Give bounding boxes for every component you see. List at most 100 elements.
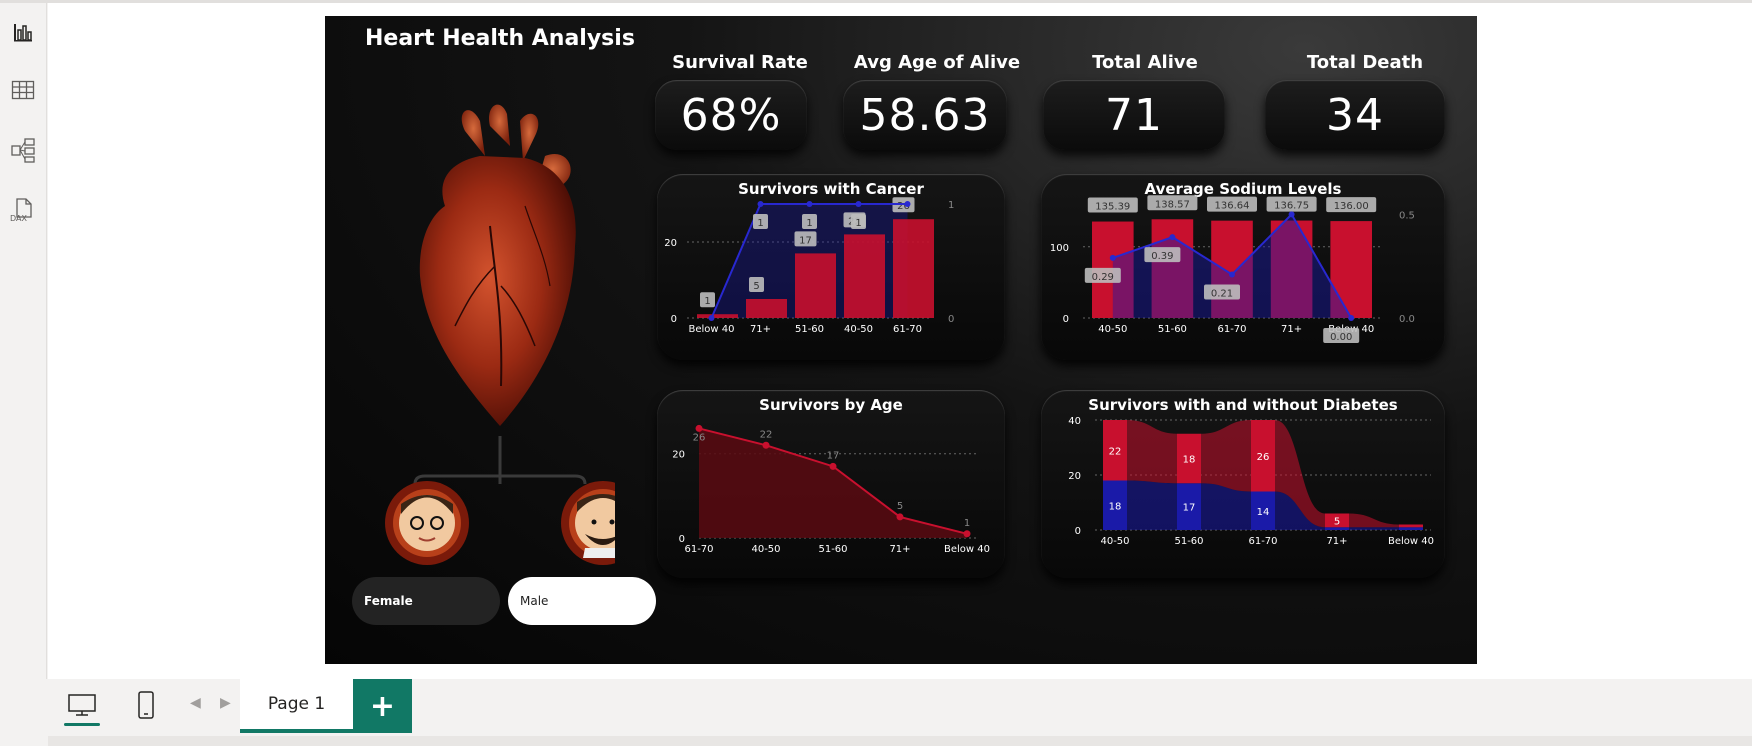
sodium-chart-panel[interactable]: Average Sodium Levels 0 100 0.5 0.0 135.39 40… bbox=[1041, 174, 1445, 360]
cancer-bar-label-0: 1 bbox=[704, 296, 710, 307]
kpi-avg-age-label: Avg Age of Alive bbox=[853, 52, 1021, 73]
cancer-bar-2 bbox=[795, 253, 836, 318]
age-xtick-1: 40-50 bbox=[751, 544, 780, 555]
sodium-bar-label-4: 136.00 bbox=[1334, 201, 1369, 212]
sodium-bar-label-2: 136.64 bbox=[1215, 201, 1250, 212]
next-page-icon[interactable]: ▶ bbox=[220, 695, 231, 711]
cancer-line-point-1 bbox=[757, 201, 764, 207]
sodium-line-point-0 bbox=[1109, 254, 1116, 261]
page-navigator: ◀ ▶ Page 1 + bbox=[48, 679, 1752, 746]
kpi-total-alive-card: 71 bbox=[1043, 80, 1225, 150]
age-point-0 bbox=[695, 424, 703, 432]
diabetes-ribbon-blue-3 bbox=[1349, 527, 1399, 530]
sodium-line-point-3 bbox=[1288, 211, 1295, 218]
diabetes-ribbon-red-1 bbox=[1201, 420, 1251, 492]
sodium-chart: 0 100 0.5 0.0 135.39 40-50 138.57 51-60 136.64 61… bbox=[1050, 195, 1415, 343]
age-xtick-0: 61-70 bbox=[684, 544, 713, 555]
sodium-line-point-2 bbox=[1229, 271, 1235, 278]
female-slicer-button[interactable]: Female bbox=[352, 577, 500, 625]
kpi-total-death-value: 34 bbox=[1326, 89, 1384, 141]
cancer-line-label-1: 1 bbox=[757, 218, 763, 229]
age-point-label-2: 17 bbox=[827, 450, 840, 461]
male-avatar bbox=[561, 481, 615, 565]
diabetes-label-blue-2: 14 bbox=[1257, 507, 1270, 518]
cancer-line-label-3: 1 bbox=[855, 218, 861, 229]
age-xtick-2: 51-60 bbox=[818, 544, 847, 555]
sodium-bar-label-0: 135.39 bbox=[1095, 202, 1130, 213]
cancer-xtick-0: Below 40 bbox=[689, 324, 735, 335]
cancer-xtick-4: 61-70 bbox=[893, 324, 922, 335]
cancer-line-label-2: 1 bbox=[806, 218, 812, 229]
kpi-avg-age-card: 58.63 bbox=[843, 80, 1007, 150]
sodium-line-label-1: 0.39 bbox=[1151, 251, 1173, 262]
sodium-line-point-1 bbox=[1169, 234, 1176, 241]
age-point-label-3: 5 bbox=[897, 501, 903, 512]
diabetes-xtick-3: 71+ bbox=[1326, 536, 1347, 547]
cancer-ytick-20: 20 bbox=[664, 238, 677, 249]
cancer-line-point-3 bbox=[855, 201, 862, 207]
desktop-layout-icon[interactable] bbox=[64, 687, 100, 723]
diabetes-label-red-0: 22 bbox=[1109, 446, 1122, 457]
age-point-1 bbox=[762, 441, 770, 449]
diabetes-ytick-0: 0 bbox=[1075, 526, 1081, 537]
desktop-layout-indicator bbox=[64, 723, 100, 726]
sodium-bar-label-3: 136.75 bbox=[1274, 201, 1309, 212]
diabetes-xtick-0: 40-50 bbox=[1100, 536, 1129, 547]
cancer-y2tick-1: 1 bbox=[948, 200, 954, 211]
cancer-chart-panel[interactable]: Survivors with Cancer 0 20 1 0 1 Below 40 5 71+… bbox=[657, 174, 1005, 360]
sodium-ytick-100: 100 bbox=[1050, 243, 1069, 254]
cancer-xtick-2: 51-60 bbox=[795, 324, 824, 335]
sodium-line-point-4 bbox=[1348, 315, 1355, 321]
diabetes-bar-blue-4 bbox=[1399, 527, 1423, 530]
age-chart-panel[interactable]: Survivors by Age 0 20 26 61-70 22 40-50 17 51-6… bbox=[657, 390, 1005, 578]
kpi-survival-rate-value: 68% bbox=[680, 89, 782, 141]
dax-query-view-icon[interactable]: DAX bbox=[6, 193, 40, 227]
kpi-total-alive-label: Total Alive bbox=[1092, 52, 1198, 73]
sodium-line-label-0: 0.29 bbox=[1092, 272, 1114, 283]
age-area bbox=[699, 428, 967, 538]
age-xtick-3: 71+ bbox=[889, 544, 910, 555]
diabetes-chart: 0 20 40 18 22 40-50 17 18 51-60 14 26 61-70 5 71+ Belo… bbox=[1068, 416, 1434, 547]
mobile-layout-icon[interactable] bbox=[128, 687, 164, 723]
cancer-bar-label-1: 5 bbox=[753, 281, 759, 292]
diabetes-label-blue-1: 17 bbox=[1183, 503, 1196, 514]
male-slicer-button[interactable]: Male bbox=[508, 577, 656, 625]
age-point-label-4: 1 bbox=[964, 518, 970, 529]
cancer-bar-3 bbox=[844, 234, 885, 318]
sodium-bar-label-1: 138.57 bbox=[1155, 199, 1190, 210]
diabetes-bar-red-4 bbox=[1399, 524, 1423, 528]
diabetes-ribbon-blue-0 bbox=[1127, 480, 1177, 530]
view-rail: DAX bbox=[0, 3, 47, 679]
sodium-xtick-0: 40-50 bbox=[1098, 324, 1127, 335]
age-xtick-4: Below 40 bbox=[944, 544, 990, 555]
diabetes-xtick-2: 61-70 bbox=[1248, 536, 1277, 547]
age-point-3 bbox=[896, 513, 904, 521]
tab-page-1[interactable]: Page 1 bbox=[240, 679, 353, 733]
age-point-2 bbox=[829, 462, 837, 470]
age-ytick-20: 20 bbox=[672, 450, 685, 461]
report-view-icon[interactable] bbox=[6, 15, 40, 49]
model-view-icon[interactable] bbox=[6, 133, 40, 167]
diabetes-chart-panel[interactable]: Survivors with and without Diabetes 0 20 4… bbox=[1041, 390, 1445, 578]
dashboard: Heart Health Analysis Survival Rate Avg … bbox=[325, 16, 1477, 664]
sodium-y2tick-00: 0.0 bbox=[1399, 314, 1415, 325]
add-page-button[interactable]: + bbox=[353, 679, 412, 733]
cancer-xtick-3: 40-50 bbox=[844, 324, 873, 335]
cancer-bar-label-2: 17 bbox=[799, 235, 812, 246]
diabetes-xtick-1: 51-60 bbox=[1174, 536, 1203, 547]
sodium-line-label-2: 0.21 bbox=[1211, 288, 1233, 299]
sodium-xtick-2: 61-70 bbox=[1217, 324, 1246, 335]
dax-label: DAX bbox=[10, 214, 27, 223]
diabetes-ribbon-red-3 bbox=[1349, 513, 1399, 528]
cancer-line-point-2 bbox=[806, 201, 813, 207]
previous-page-icon[interactable]: ◀ bbox=[190, 695, 201, 711]
sodium-xtick-1: 51-60 bbox=[1158, 324, 1187, 335]
cancer-chart: 020101Below 40571+1751-602240-502661-701… bbox=[664, 197, 954, 335]
cancer-bar-1 bbox=[746, 299, 787, 318]
sodium-xtick-3: 71+ bbox=[1281, 324, 1302, 335]
kpi-total-death-label: Total Death bbox=[1306, 52, 1424, 73]
kpi-survival-rate-label: Survival Rate bbox=[672, 52, 808, 73]
age-point-label-0: 26 bbox=[693, 432, 706, 443]
table-view-icon[interactable] bbox=[6, 73, 40, 107]
kpi-total-death-card: 34 bbox=[1265, 80, 1445, 150]
